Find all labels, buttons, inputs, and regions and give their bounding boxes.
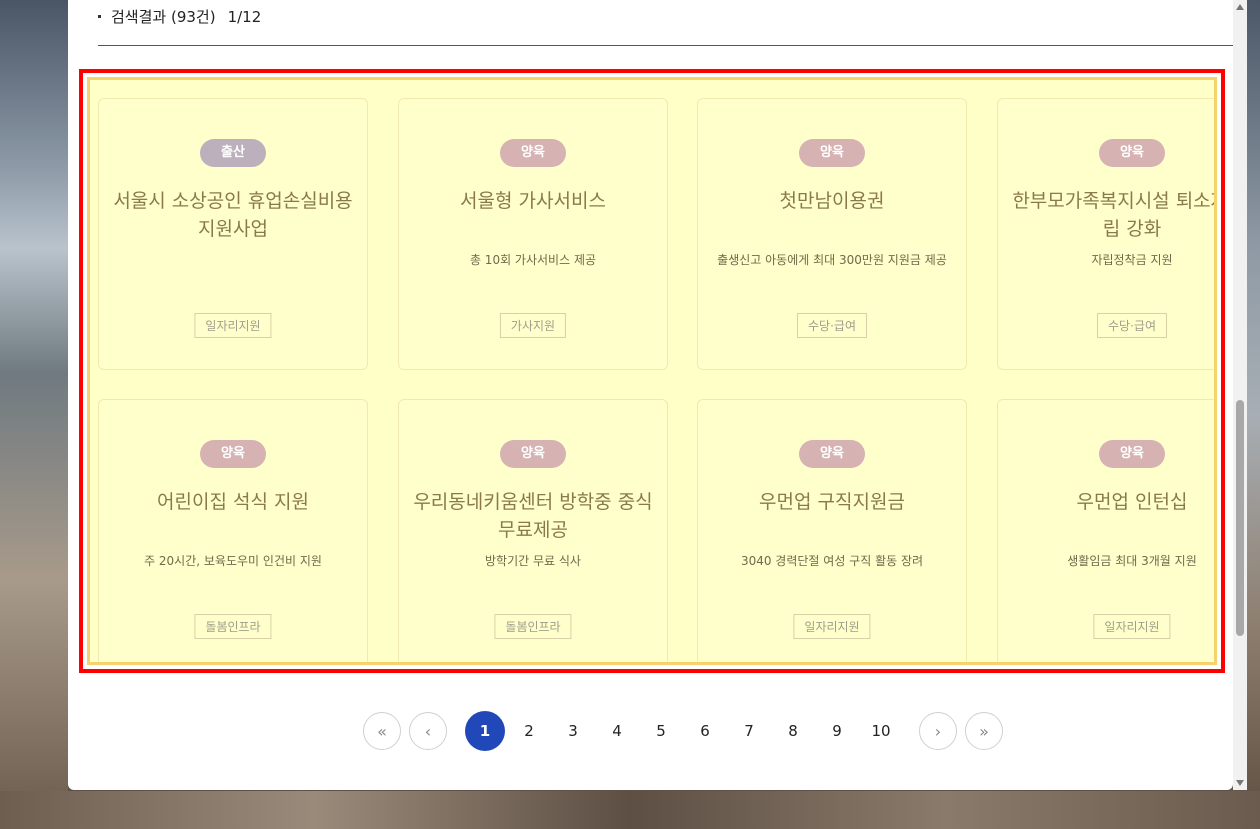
card-tag: 돌봄인프라 — [194, 614, 272, 639]
page-8-button[interactable]: 8 — [773, 711, 813, 751]
next-page-button[interactable]: › — [919, 712, 957, 750]
card-title-line: 우리동네키움센터 방학중 중식 — [413, 491, 653, 513]
results-summary: 검색결과 (93건) 1/12 — [98, 6, 261, 27]
page-2-button[interactable]: 2 — [509, 711, 549, 751]
card-tag: 수당·급여 — [797, 313, 867, 338]
scrollbar[interactable] — [1233, 0, 1247, 790]
pagination: « ‹ 1 2 3 4 5 6 7 8 9 10 › » — [363, 711, 1003, 751]
last-page-button[interactable]: » — [965, 712, 1003, 750]
category-badge: 양육 — [799, 440, 865, 468]
results-count: 검색결과 (93건) — [111, 8, 216, 26]
card-description: 출생신고 아동에게 최대 300만원 지원금 제공 — [717, 253, 947, 267]
page-indicator: 1/12 — [227, 7, 262, 26]
card-title: 한부모가족복지시설 퇴소자 자 립 강화 — [1006, 187, 1214, 243]
bullet-icon — [98, 15, 101, 18]
category-badge: 출산 — [200, 139, 266, 167]
card-tag: 돌봄인프라 — [494, 614, 572, 639]
benefit-card[interactable]: 양육 어린이집 석식 지원 주 20시간, 보육도우미 인건비 지원 돌봄인프라 — [98, 399, 368, 662]
chevron-right-icon: › — [934, 721, 942, 741]
card-title-line: 우먼업 인턴십 — [1076, 491, 1188, 513]
page-5-button[interactable]: 5 — [641, 711, 681, 751]
results-grid: 출산 서울시 소상공인 휴업손실비용 지원사업 일자리지원 양육 서울형 가사서… — [87, 77, 1217, 665]
double-chevron-left-icon: « — [377, 721, 387, 741]
scroll-down-icon[interactable] — [1236, 780, 1244, 786]
card-title-line: 어린이집 석식 지원 — [157, 491, 309, 513]
benefit-card[interactable]: 양육 우먼업 인턴십 생활임금 최대 3개월 지원 일자리지원 — [997, 399, 1214, 662]
double-chevron-right-icon: » — [979, 721, 989, 741]
card-title: 서울시 소상공인 휴업손실비용 지원사업 — [107, 187, 359, 243]
card-title: 서울형 가사서비스 — [407, 187, 659, 215]
page-6-button[interactable]: 6 — [685, 711, 725, 751]
card-title-line: 무료제공 — [498, 519, 568, 541]
card-description: 방학기간 무료 식사 — [485, 554, 581, 568]
benefit-card[interactable]: 양육 우리동네키움센터 방학중 중식 무료제공 방학기간 무료 식사 돌봄인프라 — [398, 399, 668, 662]
card-description: 총 10회 가사서비스 제공 — [469, 253, 597, 267]
card-tag: 일자리지원 — [1093, 614, 1171, 639]
card-description: 생활임금 최대 3개월 지원 — [1067, 554, 1197, 568]
page-9-button[interactable]: 9 — [817, 711, 857, 751]
category-badge: 양육 — [200, 440, 266, 468]
card-description: 자립정착금 지원 — [1091, 253, 1173, 267]
benefit-card[interactable]: 양육 첫만남이용권 출생신고 아동에게 최대 300만원 지원금 제공 수당·급… — [697, 98, 967, 370]
card-title: 우먼업 구직지원금 — [706, 488, 958, 516]
card-title-line: 서울형 가사서비스 — [460, 190, 606, 212]
card-title-line: 한부모가족복지시설 퇴소자 자 — [1012, 190, 1214, 212]
benefit-card[interactable]: 양육 서울형 가사서비스 총 10회 가사서비스 제공 가사지원 — [398, 98, 668, 370]
results-grid-highlight: 출산 서울시 소상공인 휴업손실비용 지원사업 일자리지원 양육 서울형 가사서… — [79, 69, 1225, 673]
card-description: 주 20시간, 보육도우미 인건비 지원 — [144, 554, 322, 568]
benefit-card[interactable]: 양육 우먼업 구직지원금 3040 경력단절 여성 구직 활동 장려 일자리지원 — [697, 399, 967, 662]
category-badge: 양육 — [1099, 139, 1165, 167]
card-title: 우리동네키움센터 방학중 중식 무료제공 — [407, 488, 659, 544]
card-title-line: 립 강화 — [1102, 218, 1162, 240]
category-badge: 양육 — [500, 139, 566, 167]
benefit-card[interactable]: 양육 한부모가족복지시설 퇴소자 자 립 강화 자립정착금 지원 수당·급여 — [997, 98, 1214, 370]
category-badge: 양육 — [1099, 440, 1165, 468]
scroll-up-icon[interactable] — [1236, 4, 1244, 10]
card-title: 우먼업 인턴십 — [1006, 488, 1214, 516]
desktop-background-bottom — [0, 791, 1260, 829]
card-title-line: 서울시 소상공인 휴업손실비용 — [113, 190, 353, 212]
scrollbar-thumb[interactable] — [1236, 400, 1244, 636]
prev-page-button[interactable]: ‹ — [409, 712, 447, 750]
benefit-card[interactable]: 출산 서울시 소상공인 휴업손실비용 지원사업 일자리지원 — [98, 98, 368, 370]
card-description: 3040 경력단절 여성 구직 활동 장려 — [740, 554, 924, 568]
desktop-background-left — [0, 0, 68, 829]
card-title-line: 지원사업 — [198, 218, 268, 240]
search-results-modal: 검색결과 (93건) 1/12 출산 서울시 소상공인 휴업손실비용 지원사업 … — [68, 0, 1233, 790]
divider — [98, 45, 1233, 46]
card-tag: 일자리지원 — [194, 313, 272, 338]
chevron-left-icon: ‹ — [424, 721, 432, 741]
card-title: 첫만남이용권 — [706, 187, 958, 215]
page-4-button[interactable]: 4 — [597, 711, 637, 751]
card-title-line: 우먼업 구직지원금 — [759, 491, 905, 513]
card-tag: 수당·급여 — [1097, 313, 1167, 338]
first-page-button[interactable]: « — [363, 712, 401, 750]
page-10-button[interactable]: 10 — [861, 711, 901, 751]
category-badge: 양육 — [500, 440, 566, 468]
card-title-line: 첫만남이용권 — [779, 190, 885, 212]
card-tag: 가사지원 — [499, 313, 567, 338]
card-tag: 일자리지원 — [793, 614, 871, 639]
page-7-button[interactable]: 7 — [729, 711, 769, 751]
card-title: 어린이집 석식 지원 — [107, 488, 359, 516]
page-1-button[interactable]: 1 — [465, 711, 505, 751]
category-badge: 양육 — [799, 139, 865, 167]
page-3-button[interactable]: 3 — [553, 711, 593, 751]
